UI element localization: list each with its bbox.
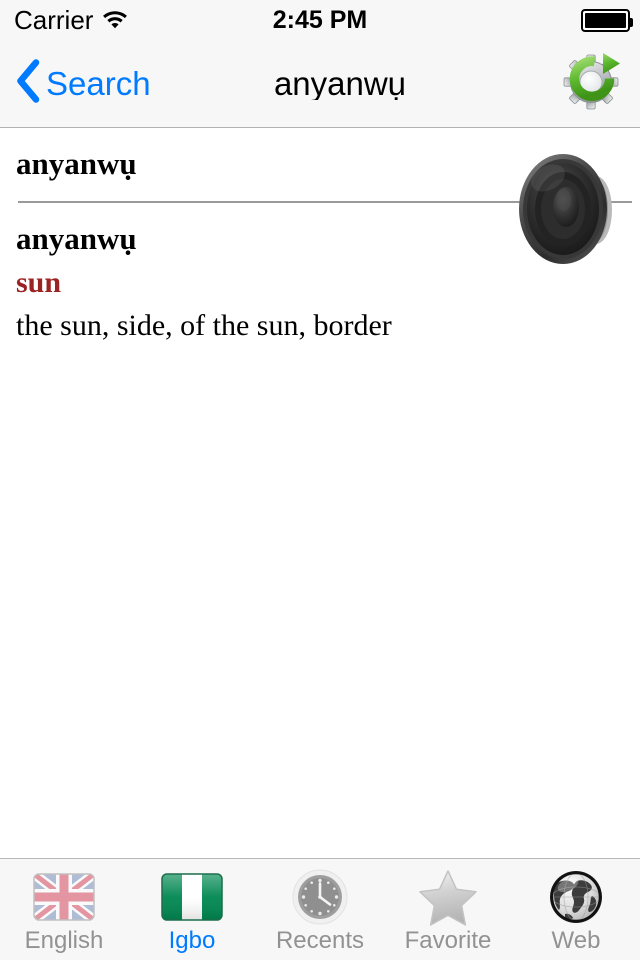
entry-definition-block: anyanwụ sun the sun, side, of the sun, b…	[16, 220, 520, 345]
pronounce-button[interactable]	[518, 148, 628, 268]
status-bar-center: 2:45 PM	[0, 0, 640, 40]
back-button[interactable]: Search	[14, 59, 151, 108]
battery-level-fill	[585, 12, 626, 28]
tab-web-label: Web	[551, 927, 601, 954]
status-bar-right	[581, 0, 633, 40]
entry-content: anyanwụ anyanwụ sun the sun, side, of th…	[0, 128, 640, 858]
tab-web[interactable]: Web	[512, 859, 640, 960]
nigeria-flag-icon	[160, 869, 224, 925]
back-button-label: Search	[46, 65, 151, 102]
navigation-bar: Search anyanwụ	[0, 40, 640, 128]
entry-term: anyanwụ	[16, 221, 137, 256]
tab-favorite[interactable]: Favorite	[384, 859, 512, 960]
gear-refresh-icon	[561, 49, 625, 118]
status-bar: Carrier 2:45 PM	[0, 0, 640, 40]
chevron-left-icon	[14, 59, 40, 108]
battery-cap	[630, 17, 633, 27]
speaker-icon	[518, 154, 628, 272]
page-title: anyanwụ	[273, 67, 407, 100]
tab-recents[interactable]: Recents	[256, 859, 384, 960]
battery-icon	[581, 8, 633, 32]
globe-icon	[544, 869, 608, 925]
entry-sense: sun	[16, 265, 62, 299]
tab-favorite-label: Favorite	[404, 927, 492, 954]
tab-recents-label: Recents	[275, 927, 365, 954]
status-bar-clock: 2:45 PM	[272, 5, 368, 34]
entry-headword: anyanwụ	[16, 146, 137, 181]
tab-igbo-label: Igbo	[168, 927, 216, 954]
entry-gloss: the sun, side, of the sun, border	[16, 308, 392, 342]
star-icon	[416, 869, 480, 926]
tab-english[interactable]: English	[0, 859, 128, 960]
tab-igbo[interactable]: Igbo	[128, 859, 256, 960]
uk-flag-icon	[32, 869, 96, 925]
app-root: Carrier 2:45 PM Search anyanwụ anyanwụ a…	[0, 0, 640, 960]
clock-icon	[288, 869, 352, 925]
settings-refresh-button[interactable]	[560, 51, 626, 117]
tab-bar: English Igbo Recents Favorite Web	[0, 858, 640, 960]
tab-english-label: English	[24, 927, 104, 954]
